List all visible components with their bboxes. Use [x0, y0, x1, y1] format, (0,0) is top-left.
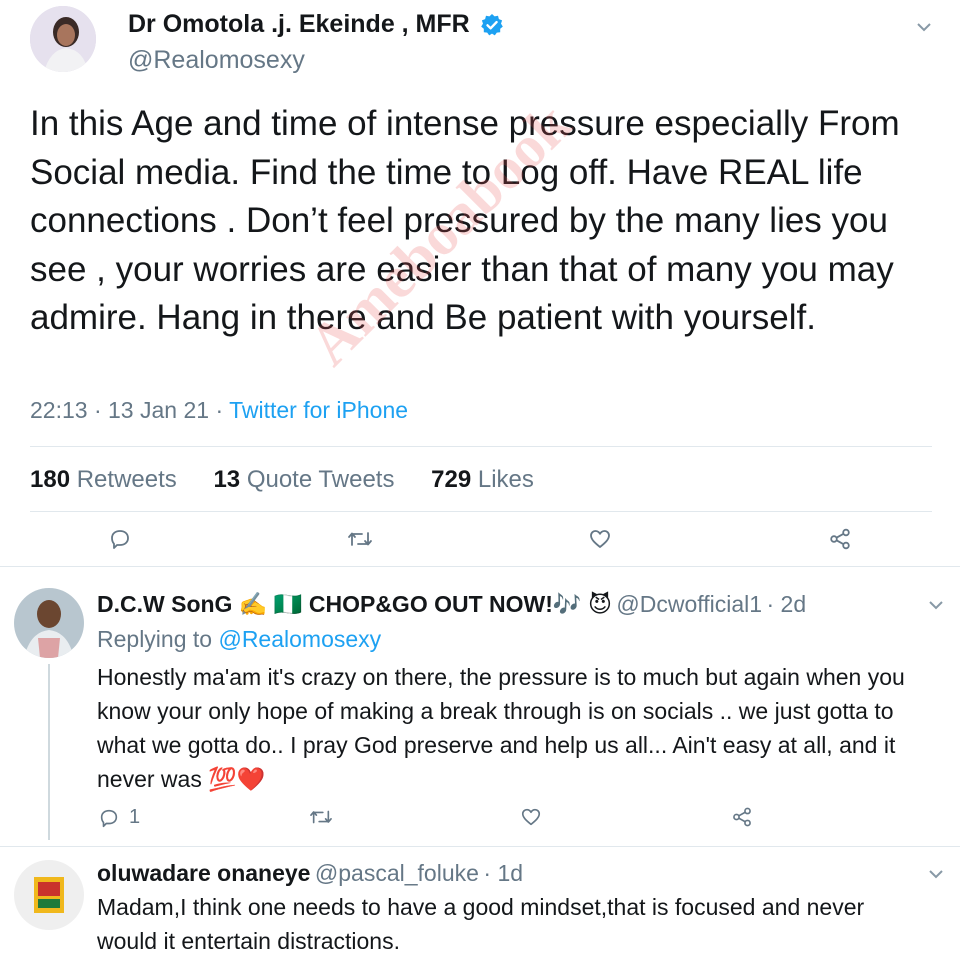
divider	[0, 566, 960, 567]
tweet-menu-chevron-icon[interactable]	[916, 20, 932, 38]
reply-reply-button[interactable]: 1	[98, 806, 140, 829]
like-button[interactable]	[585, 524, 615, 554]
time-separator: ·	[483, 860, 498, 886]
reply-avatar[interactable]	[14, 588, 84, 658]
reply-icon	[100, 809, 118, 827]
likes-stat[interactable]: 729 Likes	[431, 466, 534, 493]
likes-count: 729	[431, 466, 472, 493]
quotes-label: Quote Tweets	[246, 466, 395, 493]
likes-label: Likes	[477, 466, 534, 493]
tweet-stats: 180 Retweets 13 Quote Tweets 729 Likes	[30, 466, 564, 494]
tweet-date: 13 Jan 21	[108, 397, 210, 423]
share-icon	[733, 807, 751, 827]
reply-avatar[interactable]	[14, 860, 84, 930]
reply-age: 2d	[780, 591, 807, 617]
author-avatar[interactable]	[30, 6, 96, 72]
reply-share-button[interactable]	[731, 806, 753, 828]
tweet-text: In this Age and time of intense pressure…	[30, 104, 900, 337]
share-button[interactable]	[825, 524, 855, 554]
retweets-label: Retweets	[76, 466, 177, 493]
heart-icon	[590, 530, 610, 548]
quotes-count: 13	[213, 466, 241, 493]
reply-like-button[interactable]	[520, 806, 542, 828]
reply-icon	[111, 530, 129, 549]
time-separator: ·	[766, 591, 781, 617]
reply-text: Honestly ma'am it's crazy on there, the …	[97, 664, 905, 792]
tweet-meta: 22:13 · 13 Jan 21 · Twitter for iPhone	[30, 397, 408, 424]
meta-separator: ·	[215, 397, 230, 423]
reply-count: 1	[129, 806, 141, 828]
replying-to: Replying to @Realomosexy	[97, 626, 381, 653]
divider	[30, 446, 932, 447]
replying-to-link[interactable]: @Realomosexy	[218, 626, 381, 652]
replying-to-label: Replying to	[97, 626, 213, 652]
retweets-count: 180	[30, 466, 71, 493]
author-handle[interactable]: @Realomosexy	[128, 46, 305, 75]
author-name[interactable]: Dr Omotola .j. Ekeinde , MFR	[128, 10, 470, 38]
heart-icon	[521, 808, 541, 826]
reply-text: Madam,I think one needs to have a good m…	[97, 894, 865, 954]
reply-author-handle[interactable]: @pascal_foluke	[315, 860, 479, 886]
meta-separator: ·	[93, 397, 109, 423]
verified-badge-icon	[480, 13, 504, 42]
reply-menu-chevron-icon[interactable]	[928, 867, 944, 885]
tweet-time: 22:13	[30, 397, 88, 423]
reply-retweet-button[interactable]	[309, 806, 333, 828]
divider	[30, 511, 932, 512]
reply-author-name[interactable]: D.C.W SonG ✍️ 🇳🇬 CHOP&GO OUT NOW!🎶 😈	[97, 591, 612, 617]
quote-tweets-stat[interactable]: 13 Quote Tweets	[213, 466, 394, 493]
thread-line	[48, 664, 50, 840]
reply-button[interactable]	[105, 524, 135, 554]
share-icon	[830, 528, 850, 550]
divider	[0, 846, 960, 847]
retweet-icon	[348, 532, 372, 546]
retweets-stat[interactable]: 180 Retweets	[30, 466, 177, 493]
retweet-icon	[310, 810, 332, 824]
reply-author-name[interactable]: oluwadare onaneye	[97, 860, 310, 886]
reply-age: 1d	[497, 860, 524, 886]
tweet-source-link[interactable]: Twitter for iPhone	[229, 397, 408, 423]
reply-menu-chevron-icon[interactable]	[928, 598, 944, 616]
reply-author-handle[interactable]: @Dcwofficial1	[616, 591, 762, 617]
retweet-button[interactable]	[345, 524, 375, 554]
